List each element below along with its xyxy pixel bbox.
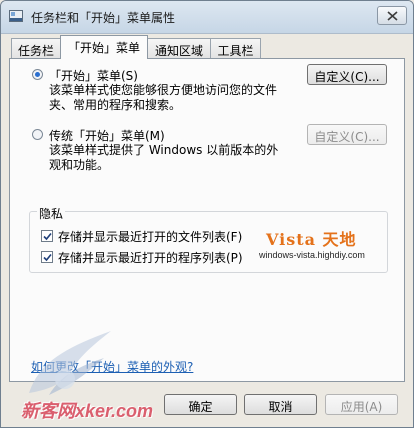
title-bar: 任务栏和「开始」菜单属性 bbox=[1, 1, 413, 34]
store-files-checkbox[interactable] bbox=[41, 230, 53, 242]
tab-label: 通知区域 bbox=[154, 44, 203, 58]
vista-logo-url: windows-vista.highdiy.com bbox=[259, 250, 365, 260]
button-label: 自定义(C)... bbox=[314, 70, 380, 84]
ok-button[interactable]: 确定 bbox=[164, 394, 237, 415]
tab-label: 任务栏 bbox=[17, 44, 54, 58]
customize-classic-menu-button[interactable]: 自定义(C)... bbox=[307, 124, 387, 145]
cancel-button[interactable]: 取消 bbox=[244, 394, 317, 415]
tab-start-menu[interactable]: 「开始」菜单 bbox=[60, 35, 148, 59]
store-programs-label[interactable]: 存储并显示最近打开的程序列表(P) bbox=[58, 249, 243, 266]
start-menu-radio[interactable] bbox=[32, 69, 43, 80]
button-label: 自定义(C)... bbox=[314, 130, 380, 144]
checkmark-icon bbox=[43, 232, 52, 241]
tab-taskbar[interactable]: 任务栏 bbox=[11, 38, 61, 58]
tab-label: 「开始」菜单 bbox=[67, 41, 140, 55]
button-label: 取消 bbox=[268, 400, 293, 414]
apply-button[interactable]: 应用(A) bbox=[325, 394, 398, 415]
radio-dot bbox=[35, 72, 40, 77]
button-label: 应用(A) bbox=[340, 400, 383, 414]
start-menu-description: 该菜单样式使您能够很方便地访问您的文件夹、常用的程序和搜索。 bbox=[49, 83, 278, 112]
button-label: 确定 bbox=[188, 400, 213, 414]
vista-logo-title: Vista 天地 bbox=[266, 230, 357, 249]
classic-menu-label[interactable]: 传统「开始」菜单(M) bbox=[49, 127, 165, 144]
watermark-wings-logo bbox=[29, 331, 111, 395]
taskbar-icon bbox=[9, 10, 23, 22]
store-programs-checkbox[interactable] bbox=[41, 251, 53, 263]
properties-dialog: 任务栏和「开始」菜单属性 任务栏 「开始」菜单 通知区域 工具栏 「开始」菜单(… bbox=[0, 0, 414, 428]
classic-menu-description: 该菜单样式提供了 Windows 以前版本的外观和功能。 bbox=[49, 143, 279, 172]
close-icon bbox=[387, 11, 398, 21]
classic-menu-radio[interactable] bbox=[32, 129, 43, 140]
privacy-group-title: 隐私 bbox=[37, 205, 66, 222]
watermark-text: 新客网xker.com bbox=[21, 401, 154, 421]
store-files-label[interactable]: 存储并显示最近打开的文件列表(F) bbox=[58, 228, 242, 245]
tab-toolbars[interactable]: 工具栏 bbox=[210, 38, 261, 58]
customize-start-menu-button[interactable]: 自定义(C)... bbox=[307, 64, 387, 85]
start-menu-label[interactable]: 「开始」菜单(S) bbox=[49, 67, 138, 84]
tab-notification-area[interactable]: 通知区域 bbox=[147, 38, 211, 58]
checkmark-icon bbox=[43, 253, 52, 262]
window-title: 任务栏和「开始」菜单属性 bbox=[31, 11, 176, 25]
tab-label: 工具栏 bbox=[217, 44, 254, 58]
close-button[interactable] bbox=[377, 6, 407, 25]
